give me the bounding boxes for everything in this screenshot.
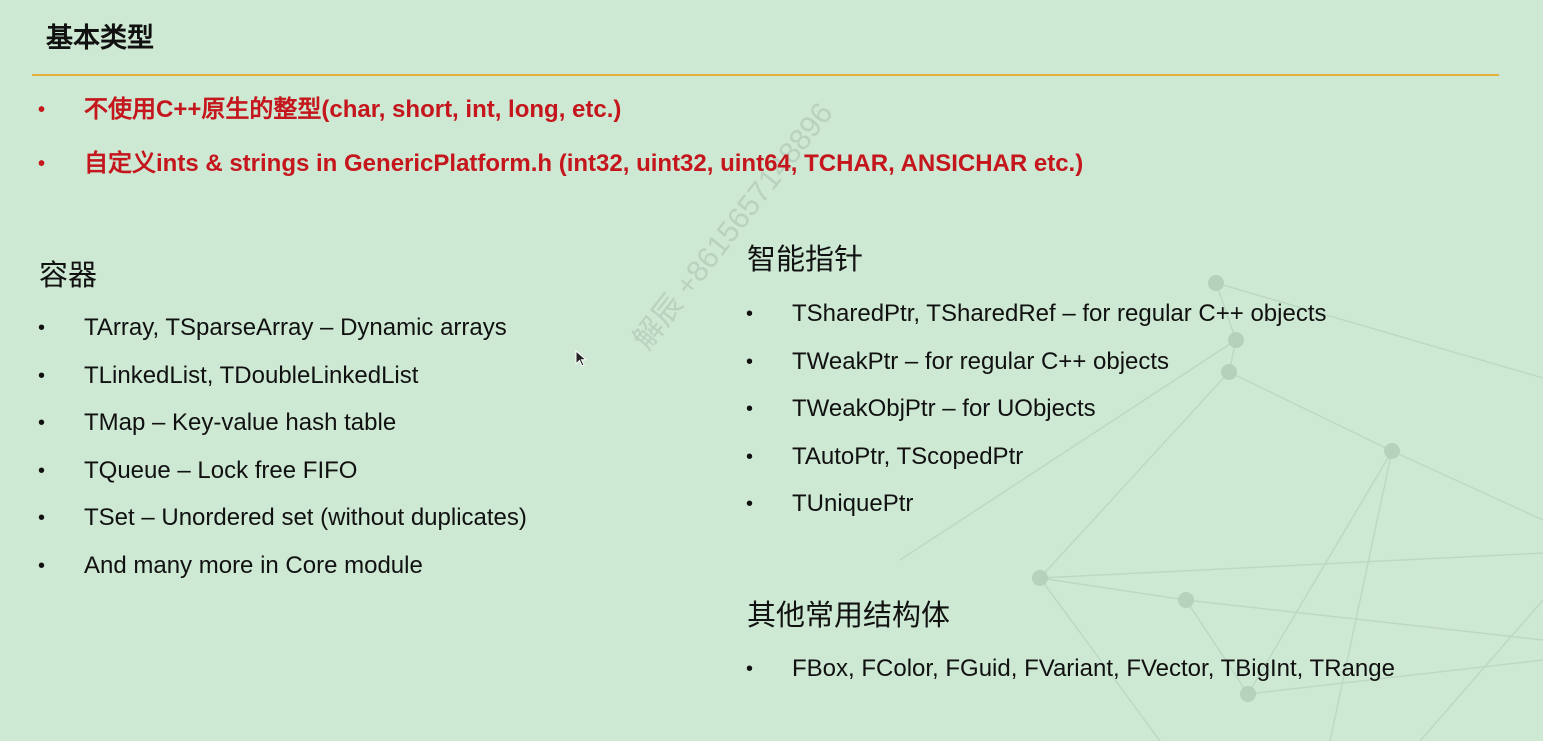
list-item: • TQueue – Lock free FIFO [38, 453, 527, 489]
list-item: • TSet – Unordered set (without duplicat… [38, 500, 527, 536]
list-item: • TWeakPtr – for regular C++ objects [746, 344, 1327, 380]
list-item: • TSharedPtr, TSharedRef – for regular C… [746, 296, 1327, 332]
list-item-text: And many more in Core module [84, 551, 423, 579]
highlight-bullet: • 不使用C++原生的整型(char, short, int, long, et… [38, 92, 1083, 128]
list-item: • TLinkedList, TDoubleLinkedList [38, 358, 527, 394]
list-item-text: TWeakPtr – for regular C++ objects [792, 347, 1170, 375]
other-structs-list: • FBox, FColor, FGuid, FVariant, FVector… [746, 651, 1395, 699]
bullet-icon: • [38, 507, 46, 529]
list-item-text: TWeakObjPtr – for UObjects [792, 395, 1096, 422]
list-item: • TMap – Key-value hash table [38, 405, 527, 441]
highlight-bullet-text: 不使用C++原生的整型(char, short, int, long, etc.… [84, 96, 622, 123]
list-item-text: TSet – Unordered set (without duplicates… [84, 504, 527, 531]
list-item-text: TLinkedList, TDoubleLinkedList [84, 361, 419, 389]
bullet-icon: • [38, 153, 46, 175]
list-item-text: TArray, TSparseArray – Dynamic arrays [84, 314, 507, 341]
list-item: • FBox, FColor, FGuid, FVariant, FVector… [746, 651, 1395, 687]
bullet-icon: • [746, 493, 754, 515]
mouse-cursor-icon [575, 350, 587, 367]
list-item-text: FBox, FColor, FGuid, FVariant, FVector, … [792, 655, 1395, 682]
highlight-bullet-list: • 不使用C++原生的整型(char, short, int, long, et… [38, 92, 1083, 200]
bullet-icon: • [38, 317, 46, 339]
list-item: • TUniquePtr [746, 486, 1327, 522]
list-item: • TWeakObjPtr – for UObjects [746, 391, 1327, 427]
containers-heading: 容器 [39, 260, 98, 292]
list-item-text: TUniquePtr [792, 490, 914, 517]
title-divider [32, 74, 1499, 76]
list-item-text: TSharedPtr, TSharedRef – for regular C++… [792, 300, 1327, 327]
bullet-icon: • [38, 99, 46, 121]
slide-title: 基本类型 [46, 23, 154, 53]
bullet-icon: • [746, 303, 754, 325]
smart-pointers-list: • TSharedPtr, TSharedRef – for regular C… [746, 296, 1327, 534]
bullet-icon: • [746, 398, 754, 420]
highlight-bullet: • 自定义ints & strings in GenericPlatform.h… [38, 146, 1083, 182]
list-item-text: TQueue – Lock free FIFO [84, 456, 358, 484]
list-item: • TAutoPtr, TScopedPtr [746, 439, 1327, 475]
list-item-text: TAutoPtr, TScopedPtr [792, 442, 1024, 470]
highlight-bullet-text: 自定义ints & strings in GenericPlatform.h (… [84, 150, 1084, 177]
bullet-icon: • [746, 658, 754, 680]
bullet-icon: • [38, 554, 46, 577]
bullet-icon: • [746, 445, 754, 468]
bullet-icon: • [38, 459, 46, 482]
list-item: • TArray, TSparseArray – Dynamic arrays [38, 310, 527, 346]
bullet-icon: • [38, 364, 46, 387]
smart-pointers-heading: 智能指针 [747, 244, 864, 276]
bullet-icon: • [38, 412, 46, 434]
list-item: • And many more in Core module [38, 548, 527, 584]
containers-list: • TArray, TSparseArray – Dynamic arrays … [38, 310, 527, 595]
other-structs-heading: 其他常用结构体 [747, 600, 951, 632]
list-item-text: TMap – Key-value hash table [84, 409, 397, 436]
bullet-icon: • [746, 350, 754, 373]
